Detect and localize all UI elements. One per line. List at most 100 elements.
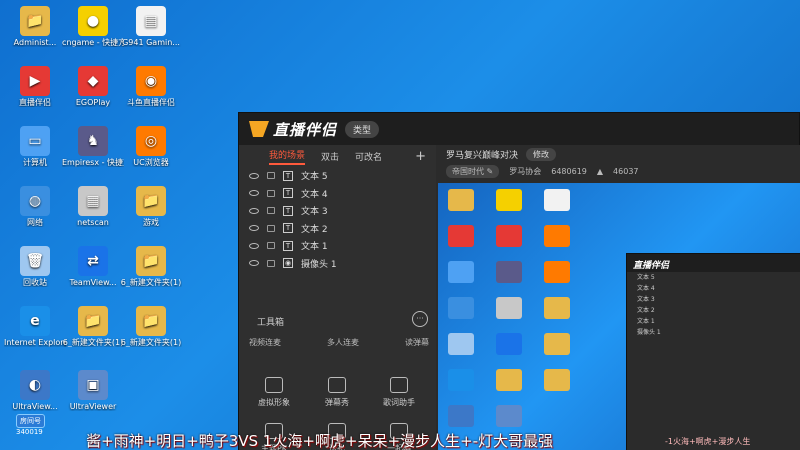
preview-icon [448, 405, 474, 427]
tab-rename[interactable]: 可改名 [355, 150, 382, 163]
desktop-icon[interactable]: ▣ UltraViewer [62, 370, 124, 411]
category-label: 帝国时代 [452, 166, 484, 176]
tool-button[interactable]: 虚拟形象 [244, 377, 304, 408]
preview-icon [496, 225, 522, 247]
window-titlebar: 直播伴侣 类型 [239, 113, 799, 145]
app-logo-icon [249, 121, 269, 137]
desktop-icon-label: 6_新建文件夹(1) [120, 278, 182, 287]
preview-scene-row: 文本 4 [637, 285, 655, 292]
preview-panel: 罗马复兴巅峰对决 修改 帝国时代 ✎ 罗马协会 6480619 ▲ 46037 … [436, 145, 800, 450]
lock-icon[interactable] [267, 224, 275, 232]
lock-icon[interactable] [267, 207, 275, 215]
toolbox-more-button[interactable]: ··· [412, 311, 428, 327]
desktop-icon[interactable]: ◆ EGOPlay [62, 66, 124, 107]
eye-icon[interactable] [249, 172, 259, 179]
desktop-icon[interactable]: 📁 Administ... [4, 6, 66, 47]
lock-icon[interactable] [267, 242, 275, 250]
desktop-icon[interactable]: ♞ Empiresx - 快捷方式 [62, 126, 124, 167]
desktop-icon[interactable]: ● cngame - 快捷方式 [62, 6, 124, 47]
eye-icon[interactable] [249, 260, 259, 267]
desktop-icon[interactable]: 📁 6_新建文件夹(1) [120, 306, 182, 347]
preview-icon [496, 333, 522, 355]
preview-scene-row: 文本 5 [637, 274, 655, 281]
tool-icon [265, 377, 283, 393]
live-companion-window: 直播伴侣 类型 我的场景 双击 可改名 + T 文本 5 T 文本 4 T 文本 3 T 文本… [238, 112, 800, 450]
desktop-icon[interactable]: ◐ UltraView... [4, 370, 66, 411]
desktop-icon-image: 📁 [20, 6, 50, 36]
desktop-icon-image: 📁 [136, 246, 166, 276]
scene-label: 文本 4 [301, 189, 328, 200]
scene-item[interactable]: T 文本 5 [239, 167, 436, 185]
desktop-icon-label: EGOPlay [75, 98, 111, 107]
desktop-icon[interactable]: 📁 6_新建文件夹(1) [62, 306, 124, 347]
desktop-icon-image: ♞ [78, 126, 108, 156]
preview-icon [448, 333, 474, 355]
category-pill[interactable]: 帝国时代 ✎ [446, 164, 500, 178]
preview-nested-title: 直播伴侣 [627, 254, 800, 272]
eye-icon[interactable] [249, 190, 259, 197]
toolbox-title: 工具箱 [257, 318, 285, 328]
scene-tabs: 我的场景 双击 可改名 + [239, 145, 436, 167]
eye-icon[interactable] [249, 242, 259, 249]
preview-icon [448, 225, 474, 247]
preview-nested-list: 文本 5 文本 4 文本 3 文本 2 文本 1 摄像头 1 [627, 272, 800, 338]
desktop-icon[interactable]: ▦ netscan [62, 186, 124, 227]
preview-icon [448, 369, 474, 391]
scene-item[interactable]: T 文本 3 [239, 202, 436, 220]
scene-item[interactable]: ◉ 摄像头 1 [239, 255, 436, 273]
tab-my-scenes[interactable]: 我的场景 [269, 148, 306, 165]
modify-button[interactable]: 修改 [526, 147, 557, 161]
eye-icon[interactable] [249, 225, 259, 232]
source-type-icon: T [283, 223, 293, 234]
desktop-icon-image: ▶ [20, 66, 50, 96]
tool-icon [328, 377, 346, 393]
tool-label: 虚拟形象 [258, 398, 290, 407]
desktop-icon-label: netscan [77, 218, 109, 227]
stream-preview[interactable]: 直播伴侣 文本 5 文本 4 文本 3 文本 2 文本 1 摄像头 1 [438, 183, 800, 450]
scene-label: 摄像头 1 [301, 259, 337, 270]
desktop-icon[interactable]: ▶ 直播伴侣 [4, 66, 66, 107]
desktop-icon-label: 计算机 [23, 158, 47, 167]
desktop-icon[interactable]: ◍ 网络 [4, 186, 66, 227]
desktop-icon-image: ◐ [20, 370, 50, 400]
eye-icon[interactable] [249, 207, 259, 214]
preview-icon [496, 405, 522, 427]
scene-item[interactable]: T 文本 1 [239, 237, 436, 255]
preview-scene-row: 文本 3 [637, 296, 655, 303]
desktop-icon-label: 网络 [27, 218, 43, 227]
source-type-icon: T [283, 240, 293, 251]
lock-icon[interactable] [267, 259, 275, 267]
toolbox-tab-read-danmaku[interactable]: 读弹幕 [405, 337, 429, 348]
preview-scene-row: 文本 2 [637, 307, 655, 314]
tool-button[interactable]: 弹幕秀 [307, 377, 367, 408]
desktop-icon[interactable]: 📁 6_新建文件夹(1) [120, 246, 182, 287]
toolbox-tab-video-link[interactable]: 视频连麦 [249, 337, 281, 348]
desktop-icon[interactable]: ◎ UC浏览器 [120, 126, 182, 167]
toolbox-tab-multi-link[interactable]: 多人连麦 [327, 337, 359, 348]
type-button[interactable]: 类型 [345, 120, 380, 138]
toolbox-tabs: 视频连麦 多人连麦 读弹幕 [249, 337, 429, 348]
tool-label: 弹幕秀 [325, 398, 349, 407]
desktop-icon-label: 回收站 [23, 278, 47, 287]
desktop-icon[interactable]: e Internet Explorer [4, 306, 66, 347]
lock-icon[interactable] [267, 189, 275, 197]
add-scene-button[interactable]: + [415, 149, 426, 164]
desktop-icon[interactable]: 🗑 回收站 [4, 246, 66, 287]
preview-scene-row: 文本 1 [637, 318, 655, 325]
desktop-icon[interactable]: 📁 游戏 [120, 186, 182, 227]
desktop-icon[interactable]: ▤ G941 Gamin... [120, 6, 182, 47]
scene-item[interactable]: T 文本 2 [239, 220, 436, 238]
lock-icon[interactable] [267, 172, 275, 180]
source-type-icon: T [283, 205, 293, 216]
desktop-icon-image: ● [78, 6, 108, 36]
desktop-icon[interactable]: ▭ 计算机 [4, 126, 66, 167]
desktop-icon-image: ▦ [78, 186, 108, 216]
tool-button[interactable]: 歌词助手 [369, 377, 429, 408]
tab-double-click[interactable]: 双击 [321, 150, 339, 163]
scene-item[interactable]: T 文本 4 [239, 185, 436, 203]
desktop-icon[interactable]: ◉ 斗鱼直播伴侣 [120, 66, 182, 107]
desktop-icon[interactable]: ⇄ TeamView... [62, 246, 124, 287]
desktop-icon-label: 6_新建文件夹(1) [120, 338, 182, 347]
source-type-icon: ◉ [283, 258, 293, 269]
desktop-icon-label: Internet Explorer [4, 338, 66, 347]
